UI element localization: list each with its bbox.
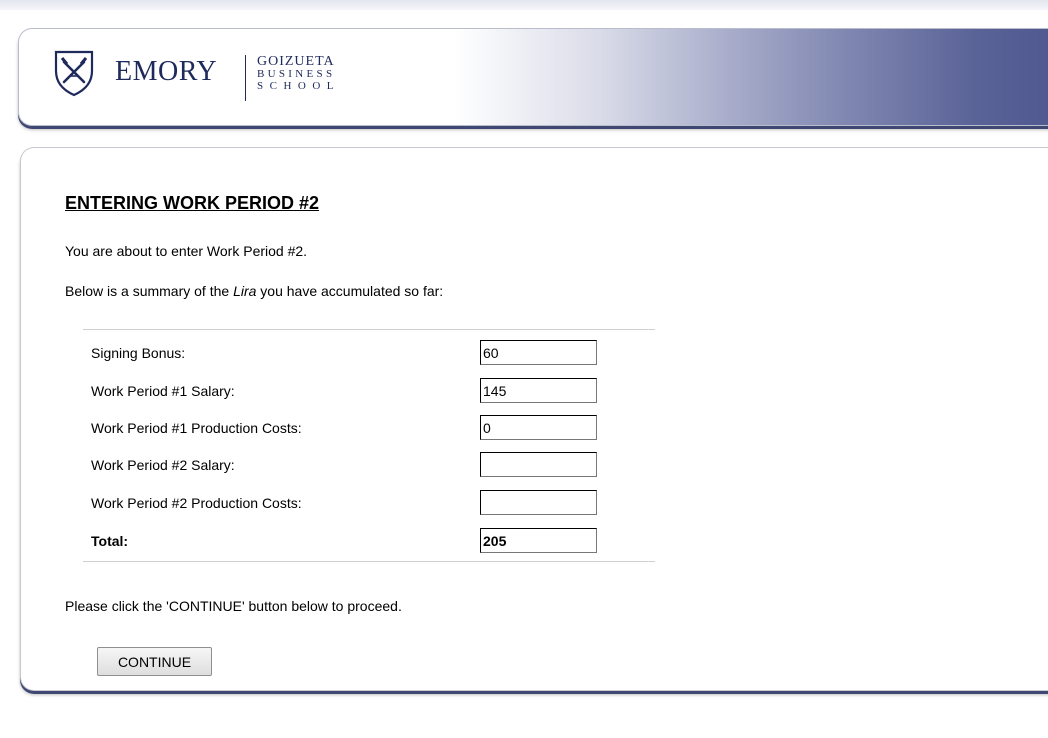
summary-row-wp2-costs: Work Period #2 Production Costs:	[83, 482, 655, 519]
logo-divider	[245, 55, 246, 101]
summary-row-wp2-salary: Work Period #2 Salary:	[83, 444, 655, 481]
school-name-line3: SCHOOL	[257, 80, 341, 92]
continue-button[interactable]: CONTINUE	[97, 647, 212, 676]
wp2-costs-field[interactable]	[480, 490, 597, 515]
row-label: Work Period #1 Salary:	[91, 383, 235, 399]
signing-bonus-field[interactable]	[480, 340, 597, 365]
row-label: Work Period #2 Production Costs:	[91, 495, 302, 511]
header-banner: EMORY GOIZUETA BUSINESS SCHOOL	[18, 28, 1048, 126]
wp1-costs-field[interactable]	[480, 415, 597, 440]
summary-prefix: Below is a summary of the	[65, 283, 234, 299]
summary-suffix: you have accumulated so far:	[256, 283, 444, 299]
summary-row-signing-bonus: Signing Bonus:	[83, 332, 655, 369]
summary-row-total: Total:	[83, 520, 655, 557]
instruction-text: Please click the 'CONTINUE' button below…	[65, 598, 402, 614]
wp2-salary-field[interactable]	[480, 452, 597, 477]
emory-shield-icon	[54, 50, 94, 97]
school-name: GOIZUETA BUSINESS SCHOOL	[257, 54, 341, 93]
school-name-line1: GOIZUETA	[257, 54, 335, 69]
page-title: ENTERING WORK PERIOD #2	[65, 193, 320, 213]
brand-name: EMORY	[115, 56, 218, 87]
summary-row-wp1-salary: Work Period #1 Salary:	[83, 370, 655, 407]
summary-intro-text: Below is a summary of the Lira you have …	[65, 283, 443, 299]
school-name-line2: BUSINESS	[257, 68, 336, 80]
row-label: Work Period #1 Production Costs:	[91, 420, 302, 436]
row-label: Work Period #2 Salary:	[91, 457, 235, 473]
row-label: Signing Bonus:	[91, 345, 186, 361]
currency-name: Lira	[233, 283, 257, 299]
lira-summary-table: Signing Bonus: Work Period #1 Salary: Wo…	[83, 329, 655, 562]
total-label: Total:	[91, 533, 129, 549]
summary-row-wp1-costs: Work Period #1 Production Costs:	[83, 407, 655, 444]
total-field[interactable]	[480, 528, 597, 553]
wp1-salary-field[interactable]	[480, 378, 597, 403]
top-strip	[0, 0, 1048, 10]
intro-text: You are about to enter Work Period #2.	[65, 243, 308, 259]
